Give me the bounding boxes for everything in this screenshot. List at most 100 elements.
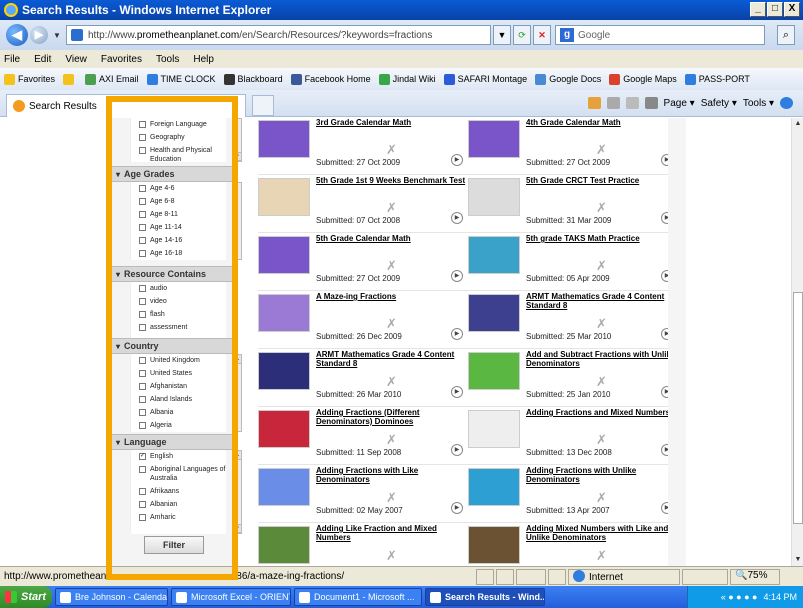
language-heading[interactable]: Language [110,434,232,450]
filter-option[interactable]: Albanian [131,498,226,511]
resource-title-link[interactable]: Adding Fractions and Mixed Numbers [526,408,676,417]
resource-card[interactable]: Adding Fractions and Mixed Numbers Submit… [468,408,678,468]
resource-title-link[interactable]: Adding Fractions with Like Denominators [316,466,466,484]
add-favorite-icon[interactable] [63,73,77,85]
checkbox[interactable] [139,357,146,364]
checkbox[interactable] [139,198,146,205]
resource-card[interactable]: 4th Grade Calendar Math Submitted: 27 Oct… [468,118,678,178]
resource-card[interactable]: 5th Grade 1st 9 Weeks Benchmark Test Subm… [258,176,468,236]
play-icon[interactable]: ▶ [451,212,463,224]
checkbox[interactable] [139,250,146,257]
filter-option[interactable]: assessment [131,321,226,334]
filter-option[interactable]: Age 6-8 [131,195,226,208]
safety-menu[interactable]: Safety ▾ [701,98,737,109]
filter-option[interactable]: Afghanistan [131,380,226,393]
fav-pass-port[interactable]: PASS-PORT [684,73,750,85]
refresh-icon[interactable]: ⟳ [513,25,531,45]
resource-thumbnail[interactable] [258,294,310,332]
checkbox[interactable] [139,383,146,390]
checkbox[interactable] [139,134,146,141]
search-icon[interactable]: ⌕ [777,25,795,45]
resource-title-link[interactable]: 5th Grade Calendar Math [316,234,466,243]
filter-option[interactable]: Algeria [131,419,226,432]
page-scrollbar[interactable]: ▲ ▼ [791,118,803,566]
checkbox[interactable] [139,224,146,231]
new-tab-button[interactable] [252,95,274,116]
checkbox[interactable] [139,466,146,473]
list-scrollbar[interactable]: ▼ [232,118,242,162]
forward-button[interactable]: ▶ [30,26,48,44]
resource-thumbnail[interactable] [468,468,520,506]
fav-google-docs[interactable]: Google Docs [535,73,601,85]
filter-option[interactable]: audio [131,282,226,295]
resource-card[interactable]: Add and Subtract Fractions with Unlike D… [468,350,678,410]
resource-thumbnail[interactable] [258,178,310,216]
fav-safari-montage[interactable]: SAFARI Montage [443,73,527,85]
resource-title-link[interactable]: Adding Fractions (Different Denominators… [316,408,466,426]
resource-card[interactable]: ARMT Mathematics Grade 4 Content Standar… [468,292,678,352]
play-icon[interactable]: ▶ [451,444,463,456]
resource-title-link[interactable]: Add and Subtract Fractions with Unlike D… [526,350,676,368]
resource-title-link[interactable]: A Maze-ing Fractions [316,292,466,301]
scroll-down-icon[interactable]: ▼ [792,554,803,566]
resource-card[interactable]: 5th grade TAKS Math Practice Submitted: 0… [468,234,678,294]
close-button[interactable]: X [784,2,800,17]
play-icon[interactable]: ▶ [451,386,463,398]
filter-option[interactable]: Age 14-16 [131,234,226,247]
filter-option[interactable]: Health and Physical Education [131,144,226,166]
stop-icon[interactable]: ✕ [533,25,551,45]
resource-card[interactable]: Adding Like Fraction and Mixed Numbers ✗ [258,524,468,566]
zoom-control[interactable]: 🔍75% [730,568,780,585]
help-icon[interactable] [780,97,793,109]
fav-axi-email[interactable]: AXI Email [85,73,139,85]
list-scrollbar[interactable]: ▲ [232,354,242,432]
menu-edit[interactable]: Edit [34,54,51,65]
fav-facebook[interactable]: Facebook Home [290,73,371,85]
resource-thumbnail[interactable] [468,236,520,274]
start-button[interactable]: Start [0,586,52,608]
filter-option[interactable]: Age 16-18 [131,247,226,260]
resource-card[interactable]: 5th Grade CRCT Test Practice Submitted: 3… [468,176,678,236]
fav-jindal-wiki[interactable]: Jindal Wiki [378,73,436,85]
resource-card[interactable]: ARMT Mathematics Grade 4 Content Standar… [258,350,468,410]
resource-card[interactable]: 3rd Grade Calendar Math Submitted: 27 Oct… [258,118,468,178]
resource-card[interactable]: Adding Fractions with Like Denominators S… [258,466,468,526]
list-scrollbar[interactable] [232,182,242,260]
filter-option[interactable]: flash [131,308,226,321]
checkbox[interactable] [139,422,146,429]
page-menu[interactable]: Page ▾ [664,98,695,109]
filter-option[interactable]: United Kingdom [131,354,226,367]
filter-option[interactable]: Amharic [131,511,226,524]
checkbox[interactable] [139,370,146,377]
filter-button[interactable]: Filter [144,536,204,554]
filter-option[interactable]: Age 11-14 [131,221,226,234]
back-button[interactable]: ◀ [6,24,28,46]
resource-thumbnail[interactable] [258,410,310,448]
checkbox-checked[interactable]: ✓ [139,453,146,460]
resource-thumbnail[interactable] [468,120,520,158]
task-internet-explorer[interactable]: Search Results - Wind... [425,588,545,606]
scroll-up-icon[interactable]: ▲ [792,118,803,130]
menu-favorites[interactable]: Favorites [101,54,142,65]
resource-title-link[interactable]: 5th grade TAKS Math Practice [526,234,676,243]
menu-file[interactable]: File [4,54,20,65]
checkbox[interactable] [139,298,146,305]
checkbox[interactable] [139,311,146,318]
menu-view[interactable]: View [65,54,87,65]
checkbox[interactable] [139,396,146,403]
resource-card[interactable]: A Maze-ing Fractions Submitted: 26 Dec 20… [258,292,468,352]
checkbox[interactable] [139,147,146,154]
print-icon[interactable] [644,97,658,109]
tray-icons[interactable]: « ● ● ● ● [721,592,758,602]
resource-thumbnail[interactable] [468,294,520,332]
protected-mode-icon[interactable] [682,568,728,585]
filter-option[interactable]: Aboriginal Languages of Australia [131,463,226,485]
resource-title-link[interactable]: Adding Mixed Numbers with Like and Unlik… [526,524,676,542]
resource-contains-heading[interactable]: Resource Contains [110,266,232,282]
tools-menu[interactable]: Tools ▾ [743,98,774,109]
checkbox[interactable] [139,237,146,244]
country-heading[interactable]: Country [110,338,232,354]
task-outlook[interactable]: Bre Johnson - Calendar -... [55,588,168,606]
filter-option[interactable]: Geography [131,131,226,144]
feeds-icon[interactable] [606,97,620,109]
